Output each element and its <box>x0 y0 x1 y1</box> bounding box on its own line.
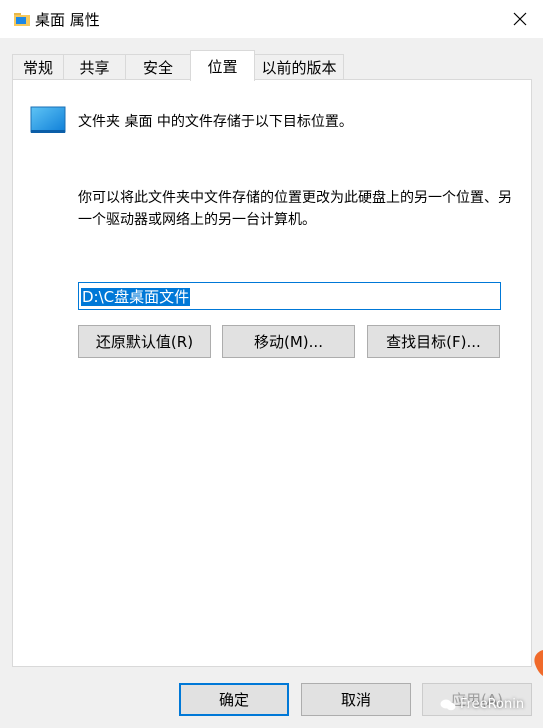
move-button[interactable]: 移动(M)... <box>222 325 355 358</box>
find-target-button[interactable]: 查找目标(F)... <box>367 325 500 358</box>
tab-sharing[interactable]: 共享 <box>63 54 126 80</box>
tab-strip: 常规 共享 安全 位置 以前的版本 <box>12 50 532 81</box>
location-panel: 文件夹 桌面 中的文件存储于以下目标位置。 你可以将此文件夹中文件存储的位置更改… <box>12 79 532 667</box>
logo-fragment-icon <box>534 650 543 676</box>
tab-security[interactable]: 安全 <box>125 54 191 80</box>
restore-default-button[interactable]: 还原默认值(R) <box>78 325 211 358</box>
ok-button[interactable]: 确定 <box>179 683 289 716</box>
cancel-button[interactable]: 取消 <box>301 683 411 716</box>
close-button[interactable] <box>497 0 543 38</box>
move-instructions: 你可以将此文件夹中文件存储的位置更改为此硬盘上的另一个位置、另一个驱动器或网络上… <box>78 190 512 228</box>
close-icon <box>513 12 527 26</box>
desktop-folder-icon <box>30 106 66 133</box>
watermark: FreeRonin <box>440 697 524 712</box>
target-path-value: D:\C盘桌面文件 <box>81 288 191 306</box>
title-bar: 桌面 属性 <box>0 0 543 38</box>
watermark-text: FreeRonin <box>460 697 525 712</box>
chat-bubble-icon <box>440 699 456 710</box>
window-title: 桌面 属性 <box>35 11 100 29</box>
tab-location[interactable]: 位置 <box>190 50 255 81</box>
tab-previous-versions[interactable]: 以前的版本 <box>254 54 344 80</box>
location-description: 文件夹 桌面 中的文件存储于以下目标位置。 <box>78 114 353 130</box>
tab-general[interactable]: 常规 <box>12 54 64 80</box>
folder-icon <box>14 13 30 26</box>
target-path-input[interactable]: D:\C盘桌面文件 <box>78 282 501 310</box>
